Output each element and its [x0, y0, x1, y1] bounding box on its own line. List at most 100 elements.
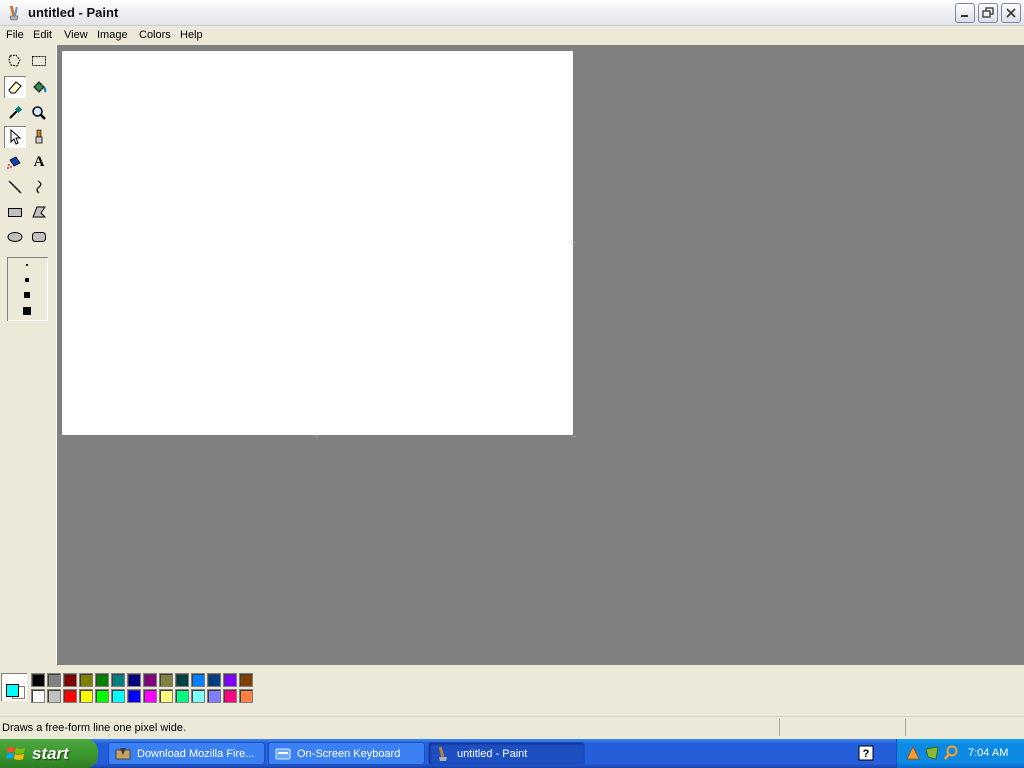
- magnifier-icon: [32, 106, 46, 120]
- tool-ellipse[interactable]: [4, 226, 26, 248]
- palette-swatch[interactable]: [79, 673, 93, 687]
- title-bar[interactable]: untitled - Paint: [0, 0, 1024, 26]
- palette-swatch[interactable]: [175, 673, 189, 687]
- airbrush-icon: [7, 156, 21, 169]
- palette-swatch[interactable]: [111, 673, 125, 687]
- windows-logo-icon: [6, 746, 25, 760]
- palette-swatch[interactable]: [127, 689, 141, 703]
- resize-handle-right[interactable]: [573, 241, 576, 244]
- text-icon: A: [33, 153, 45, 170]
- taskbar: start Download Mozilla Fire... On-Screen…: [0, 739, 1024, 768]
- status-bar: Draws a free-form line one pixel wide.: [0, 716, 1024, 739]
- palette-swatch[interactable]: [111, 689, 125, 703]
- tool-text[interactable]: A: [28, 151, 50, 173]
- network-icon[interactable]: [905, 745, 921, 761]
- resize-handle-corner[interactable]: [573, 435, 576, 438]
- tool-eraser[interactable]: [4, 76, 26, 98]
- taskbar-item-firefox-download[interactable]: Download Mozilla Fire...: [108, 742, 265, 765]
- palette-swatch[interactable]: [191, 673, 205, 687]
- taskbar-item-label: On-Screen Keyboard: [297, 747, 401, 760]
- palette-swatch[interactable]: [95, 673, 109, 687]
- tool-select[interactable]: [28, 50, 50, 72]
- palette-swatch[interactable]: [239, 673, 253, 687]
- palette-swatch[interactable]: [95, 689, 109, 703]
- tool-curve[interactable]: [28, 176, 50, 198]
- taskbar-item-label: untitled - Paint: [457, 747, 528, 760]
- size-option-4[interactable]: [23, 307, 31, 315]
- palette-swatch[interactable]: [175, 689, 189, 703]
- palette-swatch[interactable]: [143, 673, 157, 687]
- menu-file[interactable]: File: [6, 29, 24, 41]
- palette-swatch[interactable]: [63, 673, 77, 687]
- help-icon[interactable]: ?: [858, 745, 874, 761]
- tool-free-form-select[interactable]: [4, 50, 26, 72]
- palette-swatch[interactable]: [47, 673, 61, 687]
- start-button[interactable]: start: [0, 739, 98, 768]
- menu-edit[interactable]: Edit: [33, 29, 52, 41]
- palette-swatch[interactable]: [127, 673, 141, 687]
- minimize-button[interactable]: [955, 3, 975, 23]
- taskbar-item-paint[interactable]: untitled - Paint: [428, 742, 585, 765]
- curve-icon: [36, 180, 42, 194]
- update-icon[interactable]: [924, 745, 940, 761]
- free-form-select-icon: [8, 54, 21, 67]
- palette-swatch[interactable]: [31, 689, 45, 703]
- paint-app-icon[interactable]: [6, 5, 22, 21]
- eyedropper-icon: [9, 105, 23, 119]
- tool-rectangle[interactable]: [4, 201, 26, 223]
- resize-handle-bottom[interactable]: [315, 435, 318, 438]
- brush-icon: [35, 129, 43, 144]
- tool-fill-with-color[interactable]: [28, 76, 50, 98]
- status-pane-size: [905, 719, 1023, 736]
- palette-swatch[interactable]: [207, 673, 221, 687]
- palette-swatch[interactable]: [223, 689, 237, 703]
- palette-swatch[interactable]: [191, 689, 205, 703]
- menu-view[interactable]: View: [64, 29, 88, 41]
- eraser-icon: [8, 81, 22, 94]
- toolbox: A: [0, 45, 57, 665]
- menu-bar: File Edit View Image Colors Help: [0, 26, 1024, 45]
- tool-line[interactable]: [4, 176, 26, 198]
- tool-polygon[interactable]: [28, 201, 50, 223]
- palette-swatch[interactable]: [31, 673, 45, 687]
- taskbar-item-on-screen-keyboard[interactable]: On-Screen Keyboard: [268, 742, 425, 765]
- drawing-canvas[interactable]: [62, 51, 573, 435]
- palette-swatch[interactable]: [159, 689, 173, 703]
- palette-swatch[interactable]: [239, 689, 253, 703]
- start-label: start: [32, 743, 69, 763]
- tool-airbrush[interactable]: [4, 151, 26, 173]
- rectangle-icon: [8, 208, 22, 217]
- palette-swatch[interactable]: [79, 689, 93, 703]
- palette-swatch[interactable]: [143, 689, 157, 703]
- status-text: Draws a free-form line one pixel wide.: [2, 722, 187, 734]
- system-tray: 7:04 AM: [896, 739, 1024, 768]
- palette-swatch[interactable]: [63, 689, 77, 703]
- menu-help[interactable]: Help: [180, 29, 203, 41]
- menu-colors[interactable]: Colors: [139, 29, 171, 41]
- tool-rounded-rectangle[interactable]: [28, 226, 50, 248]
- rounded-rectangle-icon: [32, 232, 46, 242]
- size-option-3[interactable]: [24, 292, 30, 298]
- palette-swatch[interactable]: [207, 689, 221, 703]
- restore-icon: [982, 7, 994, 18]
- palette-swatch[interactable]: [159, 673, 173, 687]
- line-icon: [8, 180, 22, 194]
- tool-brush[interactable]: [28, 126, 50, 148]
- close-button[interactable]: [1001, 3, 1021, 23]
- palette-swatch[interactable]: [47, 689, 61, 703]
- current-colors[interactable]: [1, 673, 27, 701]
- size-option-1[interactable]: [26, 264, 28, 266]
- foreground-color: [6, 684, 19, 697]
- size-option-2[interactable]: [25, 278, 29, 282]
- search-icon[interactable]: [943, 745, 959, 761]
- tool-pick-color[interactable]: [4, 102, 26, 124]
- clock[interactable]: 7:04 AM: [968, 747, 1008, 759]
- tool-magnifier[interactable]: [28, 102, 50, 124]
- window-title: untitled - Paint: [28, 5, 119, 20]
- polygon-icon: [32, 206, 47, 218]
- tool-pencil[interactable]: [4, 126, 26, 148]
- restore-button[interactable]: [978, 3, 998, 23]
- menu-image[interactable]: Image: [97, 29, 128, 41]
- palette-swatch[interactable]: [223, 673, 237, 687]
- minimize-icon: [961, 15, 968, 17]
